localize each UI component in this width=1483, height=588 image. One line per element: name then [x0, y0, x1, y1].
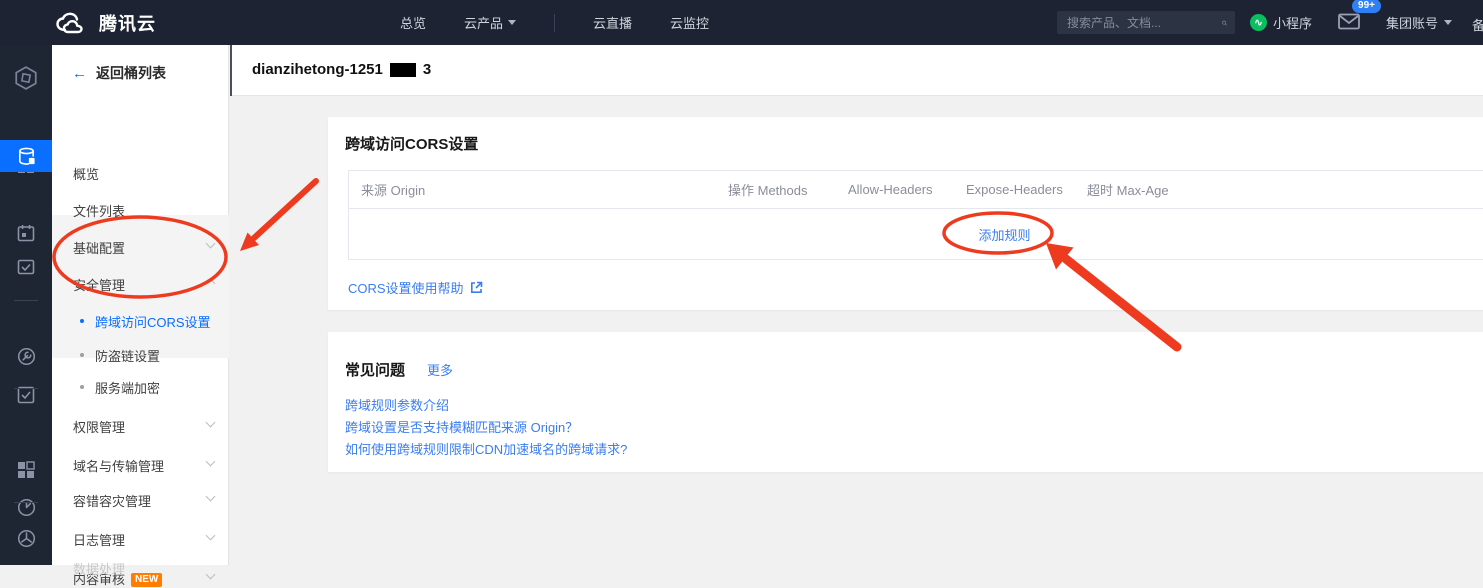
nav-overview[interactable]: 总览 [400, 13, 426, 32]
rail-divider [14, 300, 38, 301]
sidebar-item-cors-settings[interactable]: 跨域访问CORS设置 [52, 310, 229, 330]
rail-divider [14, 388, 38, 389]
service-icon-rail [0, 45, 52, 565]
faq-link-cdn-restrict[interactable]: 如何使用跨域规则限制CDN加速域名的跨域请求? [345, 439, 627, 458]
nav-cloud-products[interactable]: 云产品 [464, 13, 516, 32]
sidebar-item-log-management[interactable]: 日志管理 [52, 528, 229, 548]
message-center[interactable]: 99+ [1338, 13, 1360, 33]
search-icon[interactable] [1222, 16, 1227, 30]
monitor-gauge-icon[interactable] [0, 490, 52, 524]
top-navigation: 总览 云产品 云直播 云监控 [400, 0, 709, 45]
toolbox-icon[interactable] [0, 339, 52, 373]
audit-checkbox-icon[interactable] [0, 378, 52, 412]
annotation-arrowhead-sidebar [240, 233, 259, 252]
calendar-icon[interactable] [0, 216, 52, 250]
search-box[interactable] [1057, 11, 1235, 34]
chevron-down-icon [206, 457, 216, 467]
cors-help-link[interactable]: CORS设置使用帮助 [348, 278, 483, 297]
sidebar-item-permission-management[interactable]: 权限管理 [52, 415, 229, 435]
bullet-icon [80, 385, 84, 389]
cors-rules-table: 来源 Origin 操作 Methods Allow-Headers Expos… [348, 170, 1483, 260]
external-link-icon [470, 281, 483, 294]
bucket-sidebar: ← 返回桶列表 概览 文件列表 基础配置 安全管理 跨域访问CORS设置 防盗链… [52, 45, 229, 565]
sidebar-item-file-list[interactable]: 文件列表 [52, 199, 229, 219]
bullet-icon [80, 353, 84, 357]
sidebar-item-domain-transfer[interactable]: 域名与传输管理 [52, 454, 229, 474]
mini-program-entry[interactable]: ∿ 小程序 [1250, 13, 1312, 32]
column-header-origin: 来源 Origin [349, 180, 716, 199]
sidebar-resize-handle[interactable] [230, 45, 232, 96]
apps-grid-icon[interactable] [0, 453, 52, 487]
topbar-right-tools: ∿ 小程序 99+ 集团账号 [1250, 0, 1452, 45]
chevron-down-icon [206, 239, 216, 249]
cloud-logo-icon [55, 12, 89, 34]
bucket-title: dianzihetong-1251 3 [252, 61, 431, 78]
faq-more-link[interactable]: 更多 [427, 360, 453, 379]
beian-partial-label[interactable]: 备 [1472, 15, 1483, 34]
back-arrow-icon: ← [72, 65, 87, 82]
nav-divider [554, 14, 555, 32]
chevron-down-icon [206, 418, 216, 428]
bucket-header: dianzihetong-1251 3 [230, 45, 1483, 96]
bullet-icon [80, 319, 84, 323]
sidebar-item-data-processing[interactable]: 数据处理 [52, 557, 229, 577]
faq-link-fuzzy-origin[interactable]: 跨域设置是否支持模糊匹配来源 Origin？ [345, 417, 578, 436]
column-header-methods: 操作 Methods [716, 180, 836, 199]
chevron-down-icon [206, 531, 216, 541]
back-to-bucket-list[interactable]: ← 返回桶列表 [72, 63, 166, 83]
chevron-up-icon [206, 279, 216, 289]
cors-settings-card: 跨域访问CORS设置 来源 Origin 操作 Methods Allow-He… [328, 117, 1483, 310]
faq-card: 常见问题 更多 跨域规则参数介绍 跨域设置是否支持模糊匹配来源 Origin？ … [328, 332, 1483, 472]
add-rule-button[interactable]: 添加规则 [978, 225, 1030, 244]
column-header-max-age: 超时 Max-Age [1075, 180, 1483, 199]
back-label: 返回桶列表 [96, 63, 166, 83]
mini-program-label: 小程序 [1273, 13, 1312, 32]
faq-title: 常见问题 [345, 359, 405, 380]
mail-icon [1338, 13, 1360, 30]
redaction-box [390, 63, 416, 77]
top-navbar: 腾讯云 总览 云产品 云直播 云监控 ∿ 小程序 99+ 集团账号 [0, 0, 1483, 45]
sidebar-item-hotlink-protection[interactable]: 防盗链设置 [52, 344, 229, 364]
group-account-label: 集团账号 [1386, 13, 1438, 32]
bucket-name-suffix: 3 [423, 61, 431, 78]
sidebar-item-basic-config[interactable]: 基础配置 [52, 236, 229, 256]
org-structure-icon[interactable] [0, 521, 52, 555]
column-header-expose-headers: Expose-Headers [954, 182, 1075, 197]
cors-help-label: CORS设置使用帮助 [348, 278, 464, 297]
unread-count-badge: 99+ [1352, 0, 1381, 13]
column-header-allow-headers: Allow-Headers [836, 182, 954, 197]
storage-bucket-icon[interactable] [0, 140, 52, 172]
search-input[interactable] [1057, 16, 1222, 30]
brand-name: 腾讯云 [99, 10, 156, 36]
tencent-cloud-logo[interactable]: 腾讯云 [55, 0, 156, 45]
chevron-down-icon [206, 492, 216, 502]
mini-program-icon: ∿ [1250, 14, 1267, 31]
annotation-arrow-sidebar [254, 181, 316, 238]
bucket-name-prefix: dianzihetong-1251 [252, 61, 383, 78]
rail-divider [14, 502, 38, 503]
media-review-icon[interactable] [0, 250, 52, 284]
empty-rules-row: 添加规则 [349, 209, 1483, 259]
sidebar-item-security-management[interactable]: 安全管理 [52, 273, 229, 293]
faq-link-cors-params[interactable]: 跨域规则参数介绍 [345, 395, 449, 414]
chevron-down-icon [508, 20, 516, 25]
nav-cloud-monitor[interactable]: 云监控 [670, 13, 709, 32]
chevron-down-icon [1444, 20, 1452, 25]
sidebar-item-server-side-encryption[interactable]: 服务端加密 [52, 376, 229, 396]
sidebar-item-overview[interactable]: 概览 [52, 162, 229, 182]
nav-css-live[interactable]: 云直播 [593, 13, 632, 32]
sidebar-item-fault-tolerance[interactable]: 容错容灾管理 [52, 489, 229, 509]
console-logo-icon[interactable] [0, 58, 52, 98]
cors-card-title: 跨域访问CORS设置 [345, 133, 478, 154]
cors-table-header-row: 来源 Origin 操作 Methods Allow-Headers Expos… [349, 171, 1483, 209]
group-account-menu[interactable]: 集团账号 [1386, 13, 1452, 32]
